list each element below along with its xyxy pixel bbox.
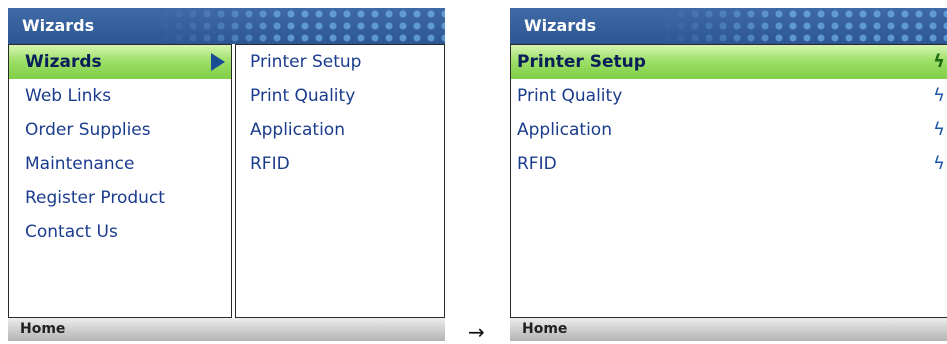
menu-item-wizards[interactable]: Wizards bbox=[9, 45, 231, 79]
menu-item-label: Order Supplies bbox=[25, 120, 151, 140]
menu-item-web-links[interactable]: Web Links bbox=[9, 79, 231, 113]
submenu-preview: Printer Setup Print Quality Application … bbox=[235, 44, 445, 318]
menu-item-label: Printer Setup bbox=[517, 52, 646, 72]
menu-item-label: Print Quality bbox=[517, 86, 623, 106]
screen-title: Wizards bbox=[524, 16, 597, 35]
menu-item-contact-us[interactable]: Contact Us bbox=[9, 215, 231, 249]
screen-title: Wizards bbox=[22, 16, 95, 35]
menu-area: Printer Setup ϟ Print Quality ϟ Applicat… bbox=[510, 44, 947, 318]
menu-item-label: Maintenance bbox=[25, 154, 135, 174]
lightning-bolt-icon: ϟ bbox=[933, 153, 945, 174]
lightning-bolt-icon: ϟ bbox=[933, 51, 945, 72]
printer-display-before: Wizards Wizards Web Links Order Supplies… bbox=[8, 8, 445, 341]
menu-area: Wizards Web Links Order Supplies Mainten… bbox=[8, 44, 445, 318]
menu-item-label: RFID bbox=[517, 154, 557, 174]
submenu-item-application[interactable]: Application bbox=[236, 113, 444, 147]
menu-item-printer-setup[interactable]: Printer Setup ϟ bbox=[511, 45, 947, 79]
menu-item-print-quality[interactable]: Print Quality ϟ bbox=[511, 79, 947, 113]
submenu-item-printer-setup[interactable]: Printer Setup bbox=[236, 45, 444, 79]
home-button[interactable]: Home bbox=[20, 318, 65, 341]
submenu-item-print-quality[interactable]: Print Quality bbox=[236, 79, 444, 113]
menu-item-label: Web Links bbox=[25, 86, 112, 106]
menu-item-order-supplies[interactable]: Order Supplies bbox=[9, 113, 231, 147]
printer-display-after: Wizards Printer Setup ϟ Print Quality ϟ … bbox=[510, 8, 947, 341]
menu-item-label: Wizards bbox=[25, 52, 102, 72]
title-bar: Wizards bbox=[510, 8, 947, 44]
wizards-menu: Printer Setup ϟ Print Quality ϟ Applicat… bbox=[510, 44, 947, 318]
status-bar: Home bbox=[8, 318, 445, 341]
submenu-arrow-icon bbox=[211, 53, 225, 71]
menu-item-rfid[interactable]: RFID ϟ bbox=[511, 147, 947, 181]
status-bar: Home bbox=[510, 318, 947, 341]
submenu-item-rfid[interactable]: RFID bbox=[236, 147, 444, 181]
menu-item-maintenance[interactable]: Maintenance bbox=[9, 147, 231, 181]
menu-item-label: Application bbox=[517, 120, 612, 140]
dot-pattern-decoration bbox=[158, 8, 445, 44]
menu-item-register-product[interactable]: Register Product bbox=[9, 181, 231, 215]
title-bar: Wizards bbox=[8, 8, 445, 44]
menu-item-label: Register Product bbox=[25, 188, 165, 208]
dot-pattern-decoration bbox=[660, 8, 947, 44]
main-menu: Wizards Web Links Order Supplies Mainten… bbox=[8, 44, 232, 318]
lightning-bolt-icon: ϟ bbox=[933, 85, 945, 106]
lightning-bolt-icon: ϟ bbox=[933, 119, 945, 140]
transition-arrow-icon: → bbox=[468, 320, 485, 344]
menu-item-application[interactable]: Application ϟ bbox=[511, 113, 947, 147]
menu-item-label: Contact Us bbox=[25, 222, 118, 242]
home-button[interactable]: Home bbox=[522, 318, 567, 341]
